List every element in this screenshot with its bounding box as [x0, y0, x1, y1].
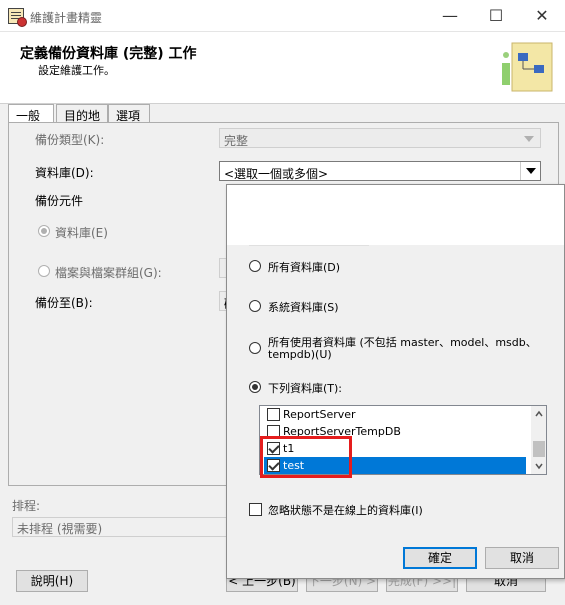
wizard-header: 定義備份資料庫 (完整) 工作 設定維護工作。 [0, 32, 565, 104]
backup-type-select: 完整 [219, 128, 541, 148]
page-subtitle: 設定維護工作。 [38, 64, 115, 77]
backup-type-value: 完整 [224, 134, 249, 148]
tab-destination[interactable]: 目的地 [56, 104, 108, 123]
user-databases-label-line2: tempdb)(U) [268, 348, 332, 361]
database-name: ReportServer [283, 408, 356, 421]
ignore-offline-checkbox[interactable] [249, 503, 262, 516]
title-bar: 維護計畫精靈 — ☐ ✕ [0, 0, 565, 32]
list-scrollbar[interactable] [531, 406, 546, 474]
these-databases-label: 下列資料庫(T): [268, 382, 343, 395]
scroll-down-icon[interactable] [535, 462, 543, 470]
database-dropdown-button[interactable] [520, 162, 540, 180]
component-database-label: 資料庫(E) [55, 226, 108, 240]
ignore-offline-label: 忽略狀態不是在線上的資料庫(I) [268, 504, 423, 517]
component-files-radio[interactable] [38, 265, 50, 277]
popup-top-area [227, 185, 564, 245]
tab-general[interactable]: 一般 [8, 104, 54, 124]
database-value: <選取一個或多個> [224, 167, 329, 181]
component-files-label: 檔案與檔案群組(G): [55, 266, 162, 280]
all-databases-radio[interactable] [249, 260, 261, 272]
maximize-icon[interactable]: ☐ [473, 0, 519, 32]
divider [249, 245, 369, 246]
database-checkbox[interactable] [267, 408, 280, 421]
user-databases-radio[interactable] [249, 342, 261, 354]
system-databases-label: 系統資料庫(S) [268, 301, 339, 314]
backup-type-label: 備份類型(K): [35, 133, 105, 147]
page-title: 定義備份資料庫 (完整) 工作 [20, 46, 197, 62]
chevron-down-icon [524, 136, 534, 142]
schedule-label: 排程: [12, 499, 41, 513]
close-icon[interactable]: ✕ [519, 0, 565, 32]
minimize-icon[interactable]: — [427, 0, 473, 32]
all-databases-label: 所有資料庫(D) [268, 261, 341, 274]
app-icon [8, 8, 27, 27]
schedule-value: 未排程 (視需要) [12, 517, 232, 537]
tab-strip: 一般 目的地 選項 [8, 104, 559, 124]
database-selector-popup: 所有資料庫(D) 系統資料庫(S) 所有使用者資料庫 (不包括 master、m… [226, 184, 565, 579]
database-label: 資料庫(D): [35, 166, 94, 180]
ok-button[interactable]: 確定 [403, 547, 477, 569]
tab-options[interactable]: 選項 [108, 104, 150, 123]
list-item[interactable]: ReportServer [264, 406, 526, 423]
help-button[interactable]: 說明(H) [16, 570, 88, 592]
scroll-up-icon[interactable] [535, 410, 543, 418]
scrollbar-thumb[interactable] [533, 441, 545, 457]
annotation-highlight-box [260, 436, 352, 478]
system-databases-radio[interactable] [249, 300, 261, 312]
wizard-graphic-icon [502, 42, 553, 92]
chevron-down-icon [526, 168, 536, 174]
component-database-radio[interactable] [38, 225, 50, 237]
these-databases-radio[interactable] [249, 381, 261, 393]
component-label: 備份元件 [35, 194, 84, 208]
popup-cancel-button[interactable]: 取消 [485, 547, 559, 569]
backup-to-label: 備份至(B): [35, 296, 93, 310]
window-title: 維護計畫精靈 [30, 11, 103, 25]
database-select[interactable]: <選取一個或多個> [219, 161, 541, 181]
